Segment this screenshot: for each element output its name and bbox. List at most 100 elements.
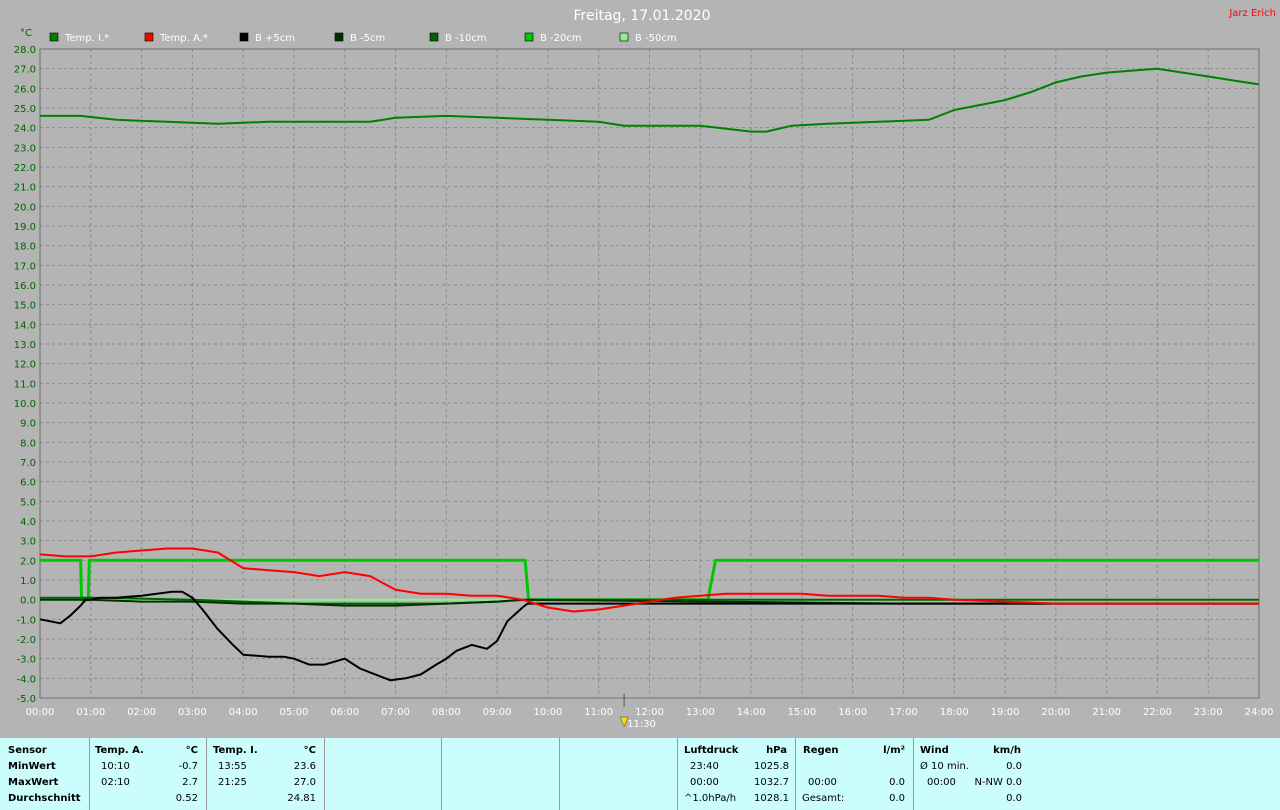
wind-avg-value: 0.0 <box>1006 761 1022 772</box>
y-tick-label: 22.0 <box>14 163 36 174</box>
empty-column-1 <box>324 738 442 810</box>
row-label-avg: Durchschnitt <box>8 793 81 804</box>
y-tick-label: -2.0 <box>16 635 36 646</box>
y-tick-label: -4.0 <box>16 674 36 685</box>
y-tick-label: 9.0 <box>20 419 36 430</box>
pressure-min-time: 23:40 <box>690 761 719 772</box>
temp-i-avg-value: 24.81 <box>287 793 316 804</box>
legend-label: B -10cm <box>445 33 487 44</box>
y-tick-label: 23.0 <box>14 143 36 154</box>
temp-i-unit: °C <box>303 745 316 756</box>
y-tick-label: 4.0 <box>20 517 36 528</box>
pressure-max-time: 00:00 <box>690 777 719 788</box>
x-tick-label: 03:00 <box>178 707 207 718</box>
y-axis-unit: °C <box>20 28 32 39</box>
y-tick-label: 7.0 <box>20 458 36 469</box>
x-tick-label: 13:00 <box>686 707 715 718</box>
y-tick-label: 21.0 <box>14 183 36 194</box>
temp-a-avg-value: 0.52 <box>175 793 198 804</box>
pressure-min-value: 1025.8 <box>754 761 789 772</box>
wind-avg-label: Ø 10 min. <box>920 761 969 772</box>
temp-i-min-value: 23.6 <box>293 761 316 772</box>
y-tick-label: 17.0 <box>14 261 36 272</box>
y-tick-label: 1.0 <box>20 576 36 587</box>
wind-max-value: N-NW 0.0 <box>974 777 1022 788</box>
rain-header: Regen <box>803 745 839 756</box>
y-tick-label: -5.0 <box>16 694 36 705</box>
y-tick-label: 27.0 <box>14 65 36 76</box>
chart-title: Freitag, 17.01.2020 <box>574 8 711 24</box>
legend-swatch <box>239 32 249 42</box>
time-marker-label: 11:30 <box>627 719 656 730</box>
y-tick-label: 11.0 <box>14 379 36 390</box>
pressure-max-value: 1032.7 <box>754 777 789 788</box>
y-tick-label: 2.0 <box>20 556 36 567</box>
x-tick-label: 24:00 <box>1245 707 1274 718</box>
pressure-column: Luftdruck hPa 23:40 1025.8 00:00 1032.7 … <box>677 738 796 810</box>
rain-unit: l/m² <box>883 745 905 756</box>
y-tick-label: 3.0 <box>20 537 36 548</box>
x-tick-label: 09:00 <box>483 707 512 718</box>
x-tick-label: 10:00 <box>534 707 563 718</box>
x-tick-label: 18:00 <box>940 707 969 718</box>
y-tick-label: 18.0 <box>14 242 36 253</box>
x-tick-label: 19:00 <box>991 707 1020 718</box>
x-tick-label: 05:00 <box>280 707 309 718</box>
author-label: Jarz Erich <box>1228 8 1276 19</box>
temp-a-column: Temp. A. °C 10:10 -0.7 02:10 2.7 0.52 <box>89 738 207 810</box>
y-tick-label: 16.0 <box>14 281 36 292</box>
y-tick-label: 14.0 <box>14 320 36 331</box>
y-tick-label: 25.0 <box>14 104 36 115</box>
x-tick-label: 00:00 <box>26 707 55 718</box>
legend-label: B -5cm <box>350 33 385 44</box>
rain-total-label: Gesamt: <box>802 793 845 804</box>
y-tick-label: 8.0 <box>20 438 36 449</box>
legend-label: Temp. A.* <box>159 33 208 44</box>
wind-total-value: 0.0 <box>1006 793 1022 804</box>
rain-max-time: 00:00 <box>808 777 837 788</box>
temp-a-max-time: 02:10 <box>101 777 130 788</box>
x-tick-label: 20:00 <box>1041 707 1070 718</box>
rain-column: Regen l/m² 00:00 0.0 Gesamt: 0.0 <box>795 738 914 810</box>
legend-swatch <box>49 32 59 42</box>
y-tick-label: 5.0 <box>20 497 36 508</box>
chart-legend: Temp. I.* Temp. A.* B +5cm B -5cm B -10cm B -… <box>49 32 677 44</box>
y-tick-label: 15.0 <box>14 301 36 312</box>
y-tick-label: -3.0 <box>16 655 36 666</box>
y-tick-label: 10.0 <box>14 399 36 410</box>
temp-i-min-time: 13:55 <box>218 761 247 772</box>
legend-swatch <box>144 32 154 42</box>
y-tick-label: 28.0 <box>14 45 36 56</box>
y-tick-label: 20.0 <box>14 202 36 213</box>
rain-max-value: 0.0 <box>889 777 905 788</box>
y-tick-label: 26.0 <box>14 84 36 95</box>
legend-label: Temp. I.* <box>64 33 109 44</box>
legend-label: B -50cm <box>635 33 677 44</box>
temp-a-header: Temp. A. <box>95 745 144 756</box>
x-tick-label: 08:00 <box>432 707 461 718</box>
temperature-chart: 28.0 27.0 26.0 25.0 24.0 23.0 22.0 21.0 20.0 19.0… <box>14 8 1276 730</box>
y-tick-label: -1.0 <box>16 615 36 626</box>
legend-swatch <box>334 32 344 42</box>
y-tick-label: 12.0 <box>14 360 36 371</box>
x-tick-label: 12:00 <box>635 707 664 718</box>
temp-a-min-value: -0.7 <box>178 761 198 772</box>
temp-a-min-time: 10:10 <box>101 761 130 772</box>
temp-i-column: Temp. I. °C 13:55 23.6 21:25 27.0 24.81 <box>206 738 325 810</box>
legend-swatch <box>429 32 439 42</box>
legend-swatch <box>524 32 534 42</box>
pressure-unit: hPa <box>766 745 787 756</box>
x-tick-label: 22:00 <box>1143 707 1172 718</box>
x-tick-label: 23:00 <box>1194 707 1223 718</box>
x-tick-label: 06:00 <box>330 707 359 718</box>
wind-column: Wind km/h Ø 10 min. 0.0 00:00 N-NW 0.0 0… <box>913 738 1030 810</box>
legend-label: B -20cm <box>540 33 582 44</box>
y-tick-label: 24.0 <box>14 124 36 135</box>
x-tick-label: 11:00 <box>584 707 613 718</box>
sensor-column: Sensor MinWert MaxWert Durchschnitt <box>0 738 90 810</box>
wind-max-time: 00:00 <box>927 777 956 788</box>
x-tick-label: 02:00 <box>127 707 156 718</box>
legend-swatch <box>619 32 629 42</box>
x-tick-label: 04:00 <box>229 707 258 718</box>
x-tick-label: 17:00 <box>889 707 918 718</box>
